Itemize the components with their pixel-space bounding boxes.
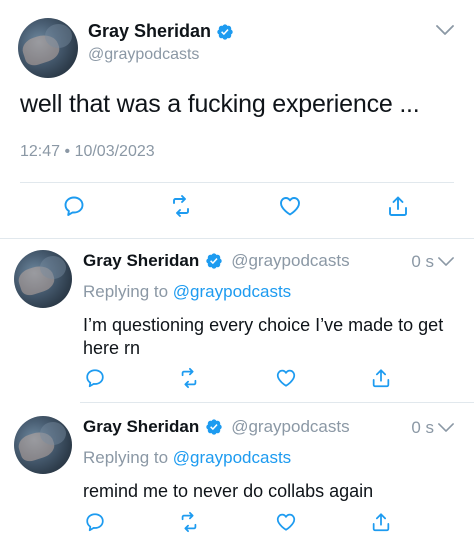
chevron-down-icon[interactable]	[438, 256, 454, 267]
author-row: Gray Sheridan @graypodcasts	[83, 251, 350, 271]
author-handle: @graypodcasts	[231, 417, 350, 436]
avatar[interactable]	[14, 416, 72, 474]
replying-to: Replying to @graypodcasts	[83, 282, 291, 302]
tweet-timestamp: 12:47 • 10/03/2023	[20, 143, 155, 161]
main-tweet: Gray Sheridan @graypodcasts well that wa…	[0, 0, 474, 238]
replying-to: Replying to @graypodcasts	[83, 448, 291, 468]
timestamp-separator: •	[64, 143, 71, 160]
tweet-age: 0 s	[411, 418, 434, 437]
author-handle: @graypodcasts	[231, 251, 350, 270]
reply-tweet[interactable]: Gray Sheridan @graypodcasts 0 s Replying…	[0, 238, 474, 402]
author-name[interactable]: Gray Sheridan	[83, 417, 199, 437]
share-icon[interactable]	[369, 366, 393, 390]
replying-prefix: Replying to	[83, 448, 169, 467]
tweet-text: well that was a fucking experience ...	[20, 90, 420, 118]
avatar[interactable]	[14, 250, 72, 308]
tweet-text: remind me to never do collabs again	[83, 481, 374, 501]
author-handle: @graypodcasts	[88, 46, 200, 63]
replying-prefix: Replying to	[83, 282, 169, 301]
author-name[interactable]: Gray Sheridan	[88, 21, 211, 42]
like-icon[interactable]	[274, 366, 298, 390]
author-row: Gray Sheridan @graypodcasts	[83, 417, 350, 437]
author-name[interactable]: Gray Sheridan	[83, 251, 199, 271]
tweet-date: 10/03/2023	[74, 143, 155, 160]
chevron-down-icon[interactable]	[438, 422, 454, 433]
like-icon[interactable]	[278, 194, 304, 220]
reply-icon[interactable]	[62, 194, 88, 220]
reply-icon[interactable]	[83, 366, 107, 390]
avatar[interactable]	[18, 18, 78, 78]
verified-badge-icon	[217, 23, 233, 40]
like-icon[interactable]	[274, 510, 298, 534]
author-row: Gray Sheridan	[88, 21, 234, 42]
tweet-text: I’m questioning every choice I’ve made t…	[83, 315, 444, 358]
verified-badge-icon	[206, 419, 222, 435]
retweet-icon[interactable]	[177, 366, 201, 390]
tweet-time: 12:47	[20, 143, 61, 160]
replying-mention-link[interactable]: @graypodcasts	[173, 282, 291, 301]
tweet-age: 0 s	[411, 252, 434, 271]
divider	[20, 182, 454, 183]
replying-mention-link[interactable]: @graypodcasts	[173, 448, 291, 467]
chevron-down-icon[interactable]	[436, 24, 454, 36]
reply-tweet[interactable]: Gray Sheridan @graypodcasts 0 s Replying…	[0, 402, 474, 547]
reply-icon[interactable]	[83, 510, 107, 534]
share-icon[interactable]	[369, 510, 393, 534]
share-icon[interactable]	[386, 194, 412, 220]
retweet-icon[interactable]	[169, 194, 195, 220]
retweet-icon[interactable]	[177, 510, 201, 534]
verified-badge-icon	[206, 253, 222, 269]
